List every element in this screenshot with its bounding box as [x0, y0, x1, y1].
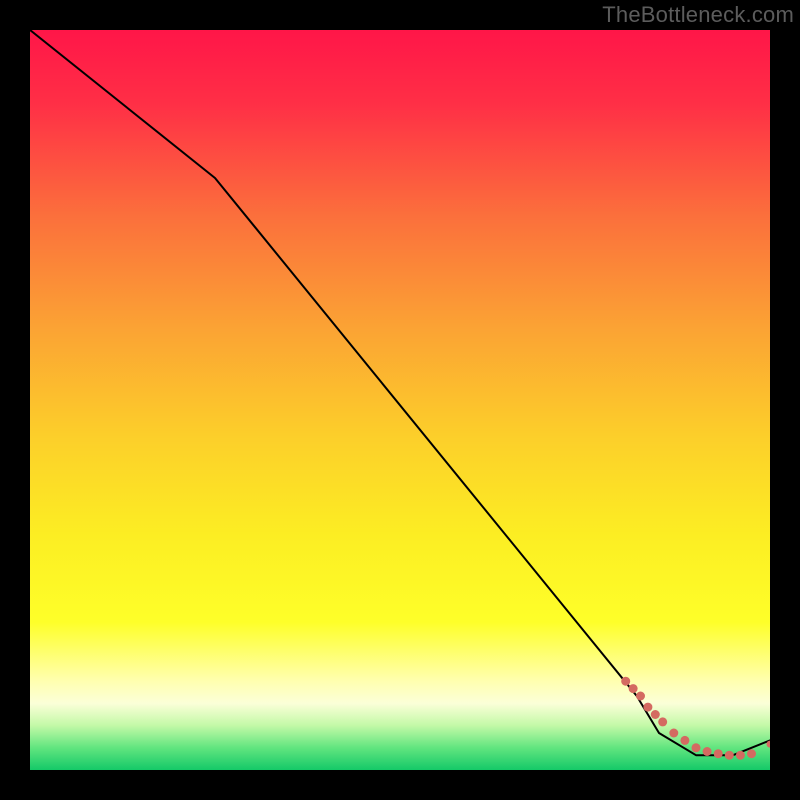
chart-frame: TheBottleneck.com — [0, 0, 800, 800]
marker-point — [736, 751, 745, 760]
marker-point — [651, 710, 660, 719]
marker-point — [714, 749, 723, 758]
plot-area — [30, 30, 770, 770]
watermark-text: TheBottleneck.com — [602, 2, 794, 28]
marker-point — [669, 729, 678, 738]
highlight-markers — [30, 30, 770, 770]
marker-point — [747, 749, 756, 758]
marker-point — [692, 743, 701, 752]
marker-point — [621, 677, 630, 686]
marker-point — [658, 717, 667, 726]
marker-point — [703, 747, 712, 756]
marker-point — [725, 751, 734, 760]
marker-point — [767, 741, 771, 748]
marker-point — [680, 736, 689, 745]
marker-point — [643, 703, 652, 712]
marker-point — [636, 692, 645, 701]
marker-point — [629, 684, 638, 693]
